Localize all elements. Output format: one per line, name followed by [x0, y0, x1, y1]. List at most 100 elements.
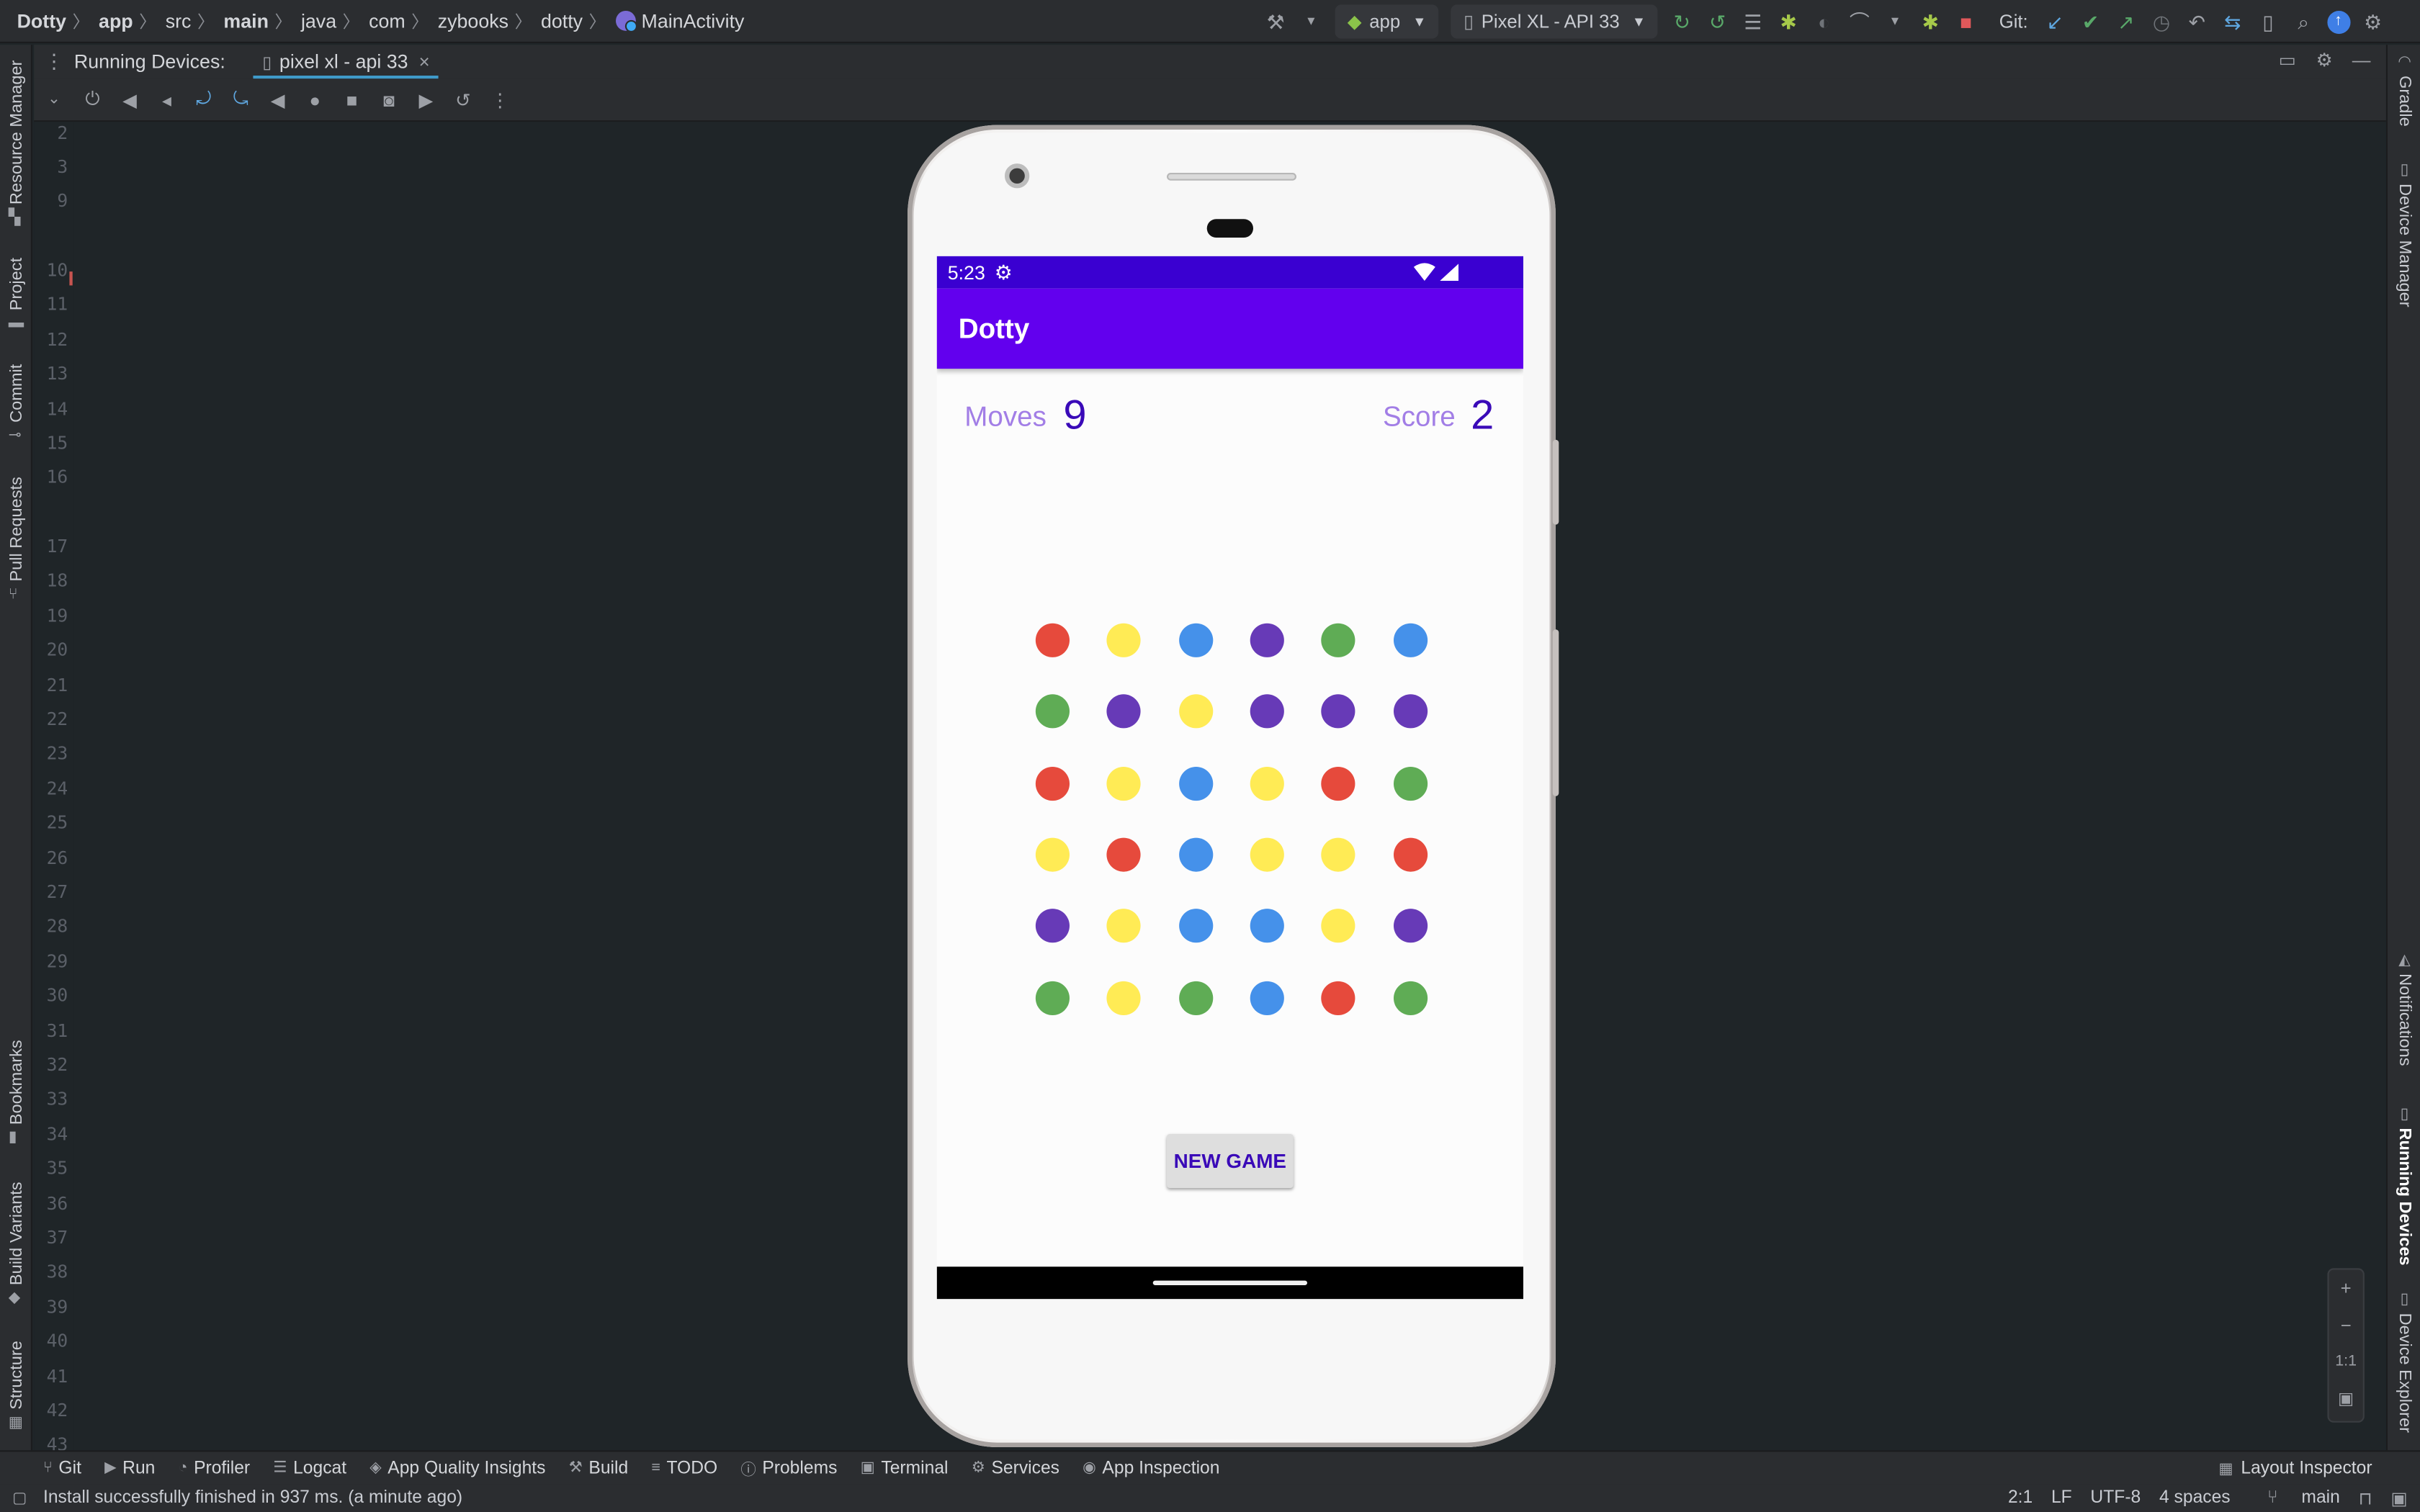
dot-red[interactable] [1107, 837, 1142, 872]
tab-device-explorer[interactable]: ▯ Device Explorer [2388, 1292, 2420, 1433]
file-encoding[interactable]: UTF-8 [2090, 1489, 2141, 1508]
profile-icon[interactable]: ◐ [1811, 9, 1836, 34]
more-vertical-icon[interactable]: ⋮ [488, 87, 512, 112]
tab-layout-inspector[interactable]: ▦ Layout Inspector [2218, 1452, 2372, 1485]
debug-attach-icon[interactable]: ✱ [1918, 9, 1942, 34]
new-game-button[interactable]: NEW GAME [1167, 1134, 1294, 1188]
home-gesture-pill[interactable] [1152, 1280, 1307, 1285]
tab-build-variants[interactable]: Build Variants ◆ [0, 1182, 32, 1307]
tab-device-manager[interactable]: ▯ Device Manager [2388, 162, 2420, 307]
rollback-icon[interactable]: ↶ [2184, 9, 2209, 34]
breadcrumb-item[interactable]: main [223, 10, 269, 32]
device-select[interactable]: ▯ Pixel XL - API 33 ▼ [1451, 4, 1659, 39]
zoom-in-button[interactable]: + [2341, 1270, 2352, 1307]
tab-gradle[interactable]: ◠ Gradle [2388, 54, 2420, 127]
apply-changes-icon[interactable]: ↻ [1670, 9, 1694, 34]
stop-icon[interactable]: ■ [1953, 9, 1978, 34]
tab-profiler[interactable]: ◔ Profiler [179, 1459, 251, 1477]
dot-green[interactable] [1392, 980, 1428, 1014]
chevron-down-icon[interactable]: ▼ [1883, 9, 1907, 34]
dot-green[interactable] [1392, 766, 1428, 801]
dot-red[interactable] [1035, 623, 1070, 657]
dot-purple[interactable] [1250, 623, 1284, 657]
dot-red[interactable] [1321, 980, 1355, 1014]
settings-gear-icon[interactable]: ⚙ [2361, 9, 2385, 34]
device-screen[interactable]: 5:23 ⚙ Dotty Moves 9 Score 2 NEW GAME [936, 256, 1523, 1300]
screen-record-icon[interactable]: ▶ [413, 87, 438, 112]
line-separator[interactable]: LF [2051, 1489, 2072, 1508]
dot-green[interactable] [1178, 980, 1213, 1014]
dot-yellow[interactable] [1035, 837, 1070, 872]
dot-blue[interactable] [1250, 980, 1284, 1014]
tab-run[interactable]: ▶ Run [104, 1459, 155, 1477]
dot-green[interactable] [1321, 623, 1355, 657]
indent-setting[interactable]: 4 spaces [2159, 1489, 2231, 1508]
tab-project[interactable]: Project ▬ [0, 258, 32, 332]
run-list-icon[interactable]: ☰ [1741, 9, 1765, 34]
tab-resource-manager[interactable]: Resource Manager ▚ [0, 60, 32, 226]
tab-running-devices[interactable]: ▯ Running Devices [2388, 1106, 2420, 1265]
tab-git[interactable]: ⑂ Git [43, 1459, 81, 1477]
tab-build[interactable]: ⚒ Build [569, 1459, 629, 1477]
breadcrumb-item[interactable]: com [369, 10, 405, 32]
breadcrumb-item[interactable]: app [99, 10, 133, 32]
dot-red[interactable] [1392, 837, 1428, 872]
dot-yellow[interactable] [1107, 766, 1142, 801]
git-update-icon[interactable]: ↙ [2043, 9, 2067, 34]
dot-blue[interactable] [1178, 837, 1213, 872]
breadcrumb-item[interactable]: java [301, 10, 336, 32]
close-icon[interactable]: × [419, 51, 430, 73]
dot-yellow[interactable] [1178, 694, 1213, 729]
attach-debugger-icon[interactable]: ⌒ [1847, 9, 1872, 34]
dot-yellow[interactable] [1321, 909, 1355, 943]
chevron-down-icon[interactable]: ▼ [1299, 9, 1323, 34]
tab-todo[interactable]: ≡ TODO [651, 1459, 717, 1477]
device-manager-icon[interactable]: ▯ [2256, 9, 2280, 34]
dot-yellow[interactable] [1107, 623, 1142, 657]
settings-gear-icon[interactable]: ⚙ [2312, 50, 2336, 74]
dot-yellow[interactable] [1250, 766, 1284, 801]
tab-problems[interactable]: ⓘ Problems [740, 1457, 837, 1480]
dot-yellow[interactable] [1250, 837, 1284, 872]
caret-position[interactable]: 2:1 [2008, 1489, 2033, 1508]
power-icon[interactable]: ⏻ [80, 87, 104, 112]
dot-yellow[interactable] [1107, 909, 1142, 943]
updates-icon[interactable]: ↑ [2326, 9, 2350, 34]
back-icon[interactable]: ◀ [266, 87, 290, 112]
dot-blue[interactable] [1178, 766, 1213, 801]
overview-icon[interactable]: ■ [339, 87, 364, 112]
git-push-icon[interactable]: ↗ [2114, 9, 2138, 34]
rotate-right-icon[interactable]: ⤿ [228, 87, 253, 112]
status-toggle-icon[interactable]: ▢ [12, 1490, 27, 1507]
history-icon[interactable]: ◷ [2149, 9, 2174, 34]
screenshot-camera-icon[interactable]: ◙ [377, 87, 401, 112]
zoom-out-button[interactable]: − [2341, 1307, 2352, 1344]
zoom-fit-icon[interactable]: ▣ [2338, 1381, 2354, 1418]
dot-red[interactable] [1035, 766, 1070, 801]
dot-purple[interactable] [1250, 694, 1284, 729]
dot-red[interactable] [1321, 766, 1355, 801]
debug-bug-icon[interactable]: ✱ [1776, 9, 1801, 34]
volume-up-icon[interactable]: ◀ [117, 87, 142, 112]
dot-blue[interactable] [1178, 623, 1213, 657]
breadcrumb-class[interactable]: MainActivity [615, 10, 744, 32]
tab-app-inspection[interactable]: ◉ App Inspection [1083, 1459, 1219, 1477]
dot-blue[interactable] [1392, 623, 1428, 657]
chevron-down-icon[interactable]: ⌄ [34, 91, 74, 108]
dot-purple[interactable] [1035, 909, 1070, 943]
dot-purple[interactable] [1321, 694, 1355, 729]
dot-purple[interactable] [1392, 909, 1428, 943]
snapshot-icon[interactable]: ↺ [451, 87, 475, 112]
tab-device-pixel-xl[interactable]: ▯ pixel xl - api 33 × [253, 45, 440, 79]
dot-yellow[interactable] [1321, 837, 1355, 872]
tab-app-quality-insights[interactable]: ◈ App Quality Insights [369, 1459, 545, 1477]
dot-grid[interactable] [1035, 623, 1431, 1019]
breadcrumb-item[interactable]: zybooks [438, 10, 508, 32]
tab-bookmarks[interactable]: Bookmarks ▮ [0, 1040, 32, 1146]
dot-green[interactable] [1035, 980, 1070, 1014]
home-icon[interactable]: ● [302, 87, 327, 112]
search-icon[interactable]: ⌕ [2291, 9, 2316, 34]
maximize-icon[interactable]: ▭ [2275, 50, 2300, 74]
tab-structure[interactable]: Structure ▦ [0, 1341, 32, 1431]
dot-green[interactable] [1035, 694, 1070, 729]
